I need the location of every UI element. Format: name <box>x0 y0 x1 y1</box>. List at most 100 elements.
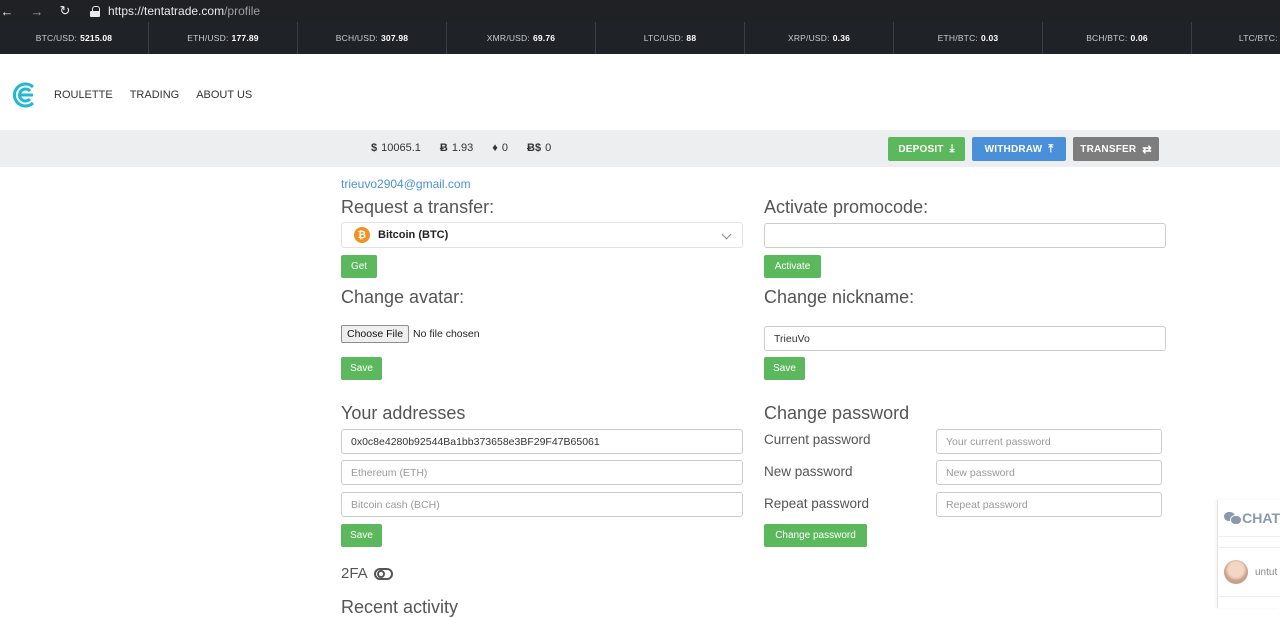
ticker-item: BCH/USD: 307.98 <box>298 22 447 54</box>
back-arrow-icon[interactable]: ← <box>0 4 14 19</box>
withdraw-button[interactable]: WITHDRAW ⤒ <box>972 137 1066 161</box>
bitcoin-coin-icon: ₿ <box>354 227 370 243</box>
twofa-row: 2FA <box>341 565 393 582</box>
price-ticker: BTC/USD: 5215.08 ETH/USD: 177.89 BCH/USD: 307… <box>0 22 1280 54</box>
eth-address-input[interactable]: Ethereum (ETH) <box>341 460 743 485</box>
chat-header[interactable]: CHAT <box>1218 500 1280 537</box>
current-password-label: Current password <box>764 432 871 447</box>
ticker-value: 307.98 <box>381 33 409 43</box>
ticker-value: 0.06 <box>1130 33 1148 43</box>
transfer-label: TRANSFER <box>1080 143 1137 155</box>
coin-select[interactable]: ₿ Bitcoin (BTC) <box>341 222 743 248</box>
new-password-label: New password <box>764 464 853 479</box>
reload-icon[interactable]: ↻ <box>58 3 72 19</box>
nickname-input[interactable]: TrieuVo <box>764 326 1166 351</box>
ticker-value: 69.76 <box>532 33 556 43</box>
site-header: ROULETTE TRADING ABOUT US <box>0 54 1280 130</box>
promocode-input[interactable] <box>764 223 1166 248</box>
user-email: trieuvo2904@gmail.com <box>341 177 471 191</box>
balance-btc: Ƀ 1.93 <box>440 142 473 154</box>
ticker-item: XMR/USD: 69.76 <box>447 22 596 54</box>
chat-user-row[interactable]: untut <box>1218 547 1280 597</box>
ticker-value: 177.89 <box>231 33 259 43</box>
bitcoin-icon: Ƀ <box>439 142 448 154</box>
twofa-toggle[interactable] <box>373 567 393 580</box>
swap-arrows-icon: ⇄ <box>1142 143 1152 156</box>
ticker-pair: BCH/BTC: <box>1086 33 1128 43</box>
ticker-value: 0.03 <box>980 33 999 43</box>
ticker-value: 5215.08 <box>80 33 113 43</box>
nickname-save-button[interactable]: Save <box>764 357 805 380</box>
ticker-item: ETH/BTC: 0.03 <box>894 22 1043 54</box>
chat-username: untut <box>1255 566 1278 578</box>
bitcoin-cash-icon: Ƀ$ <box>527 142 542 154</box>
address-bar[interactable]: https://tentatrade.com/profile <box>108 4 260 18</box>
change-nickname-title: Change nickname: <box>764 287 915 307</box>
upload-icon: ⤒ <box>1048 142 1054 155</box>
promocode-title: Activate promocode: <box>764 197 929 217</box>
chat-widget[interactable]: CHAT untut <box>1217 500 1280 608</box>
nav-roulette[interactable]: ROULETTE <box>54 89 113 101</box>
nav-about-us[interactable]: ABOUT US <box>196 89 252 101</box>
chat-title: CHAT <box>1242 510 1280 526</box>
ticker-value: 88 <box>686 33 697 43</box>
activate-button[interactable]: Activate <box>764 255 821 278</box>
twofa-label: 2FA <box>341 565 368 582</box>
balance-btc-value: 1.93 <box>451 142 474 154</box>
btc-address-input[interactable]: 0x0c8e4280b92544Ba1bb373658e3BF29F47B650… <box>341 429 743 454</box>
repeat-password-label: Repeat password <box>764 496 870 511</box>
forward-arrow-icon[interactable]: → <box>30 4 44 19</box>
bch-address-input[interactable]: Bitcoin cash (BCH) <box>341 492 743 517</box>
balance-bch-value: 0 <box>545 142 552 154</box>
addresses-save-button[interactable]: Save <box>341 524 382 547</box>
ticker-pair: ETH/USD: <box>187 33 229 43</box>
request-transfer-title: Request a transfer: <box>341 197 495 217</box>
avatar <box>1224 560 1248 584</box>
ticker-pair: BCH/USD: <box>335 33 378 43</box>
ticker-value: 0.36 <box>832 33 851 43</box>
balance-usd: $10065.1 <box>371 142 421 154</box>
balance-usd-value: 10065.1 <box>381 142 421 154</box>
dollar-icon: $ <box>371 142 378 154</box>
ticker-item: LTC/USD: 88 <box>596 22 745 54</box>
change-avatar-title: Change avatar: <box>341 287 465 307</box>
ticker-pair: LTC/BTC: <box>1238 33 1278 43</box>
coin-select-value: Bitcoin (BTC) <box>378 229 449 241</box>
lock-icon <box>90 5 100 17</box>
balance-bch: Ƀ$ 0 <box>527 142 551 154</box>
browser-toolbar: ← → ↻ https://tentatrade.com/profile <box>0 0 1280 22</box>
addresses-title: Your addresses <box>341 403 466 423</box>
file-status: No file chosen <box>413 328 480 340</box>
transfer-button[interactable]: TRANSFER ⇄ <box>1073 137 1159 161</box>
ticker-item: ETH/USD: 177.89 <box>149 22 298 54</box>
balances: $10065.1 Ƀ 1.93 ♦ 0 Ƀ$ 0 <box>371 142 570 154</box>
repeat-password-input[interactable]: Repeat password <box>936 492 1162 517</box>
change-password-button[interactable]: Change password <box>764 524 867 547</box>
chevron-down-icon <box>721 229 732 240</box>
main-nav: ROULETTE TRADING ABOUT US <box>54 89 269 101</box>
get-button[interactable]: Get <box>341 255 377 278</box>
tentatrade-logo-icon[interactable] <box>9 80 39 110</box>
avatar-save-button[interactable]: Save <box>341 357 382 380</box>
balance-eth-value: 0 <box>501 142 509 154</box>
chat-bubble-icon <box>1224 512 1243 525</box>
ticker-pair: LTC/USD: <box>643 33 684 43</box>
new-password-input[interactable]: New password <box>936 460 1162 485</box>
url-path: /profile <box>224 4 261 18</box>
nav-trading[interactable]: TRADING <box>130 89 180 101</box>
url-host: https://tentatrade.com <box>108 4 225 18</box>
avatar-file-input[interactable]: Choose File No file chosen <box>341 325 480 343</box>
ticker-item: LTC/BTC:0.0 <box>1192 22 1280 54</box>
ticker-pair: XRP/USD: <box>787 33 830 43</box>
current-password-input[interactable]: Your current password <box>936 429 1162 454</box>
ticker-pair: XMR/USD: <box>486 33 530 43</box>
choose-file-button[interactable]: Choose File <box>341 325 410 343</box>
change-password-title: Change password <box>764 403 910 423</box>
download-icon: ⤓ <box>949 142 955 155</box>
deposit-label: DEPOSIT <box>898 143 944 155</box>
ethereum-icon: ♦ <box>492 142 498 154</box>
ticker-pair: ETH/BTC: <box>937 33 978 43</box>
deposit-button[interactable]: DEPOSIT ⤓ <box>888 137 965 161</box>
ticker-item: XRP/USD: 0.36 <box>745 22 894 54</box>
ticker-item: BCH/BTC: 0.06 <box>1043 22 1192 54</box>
